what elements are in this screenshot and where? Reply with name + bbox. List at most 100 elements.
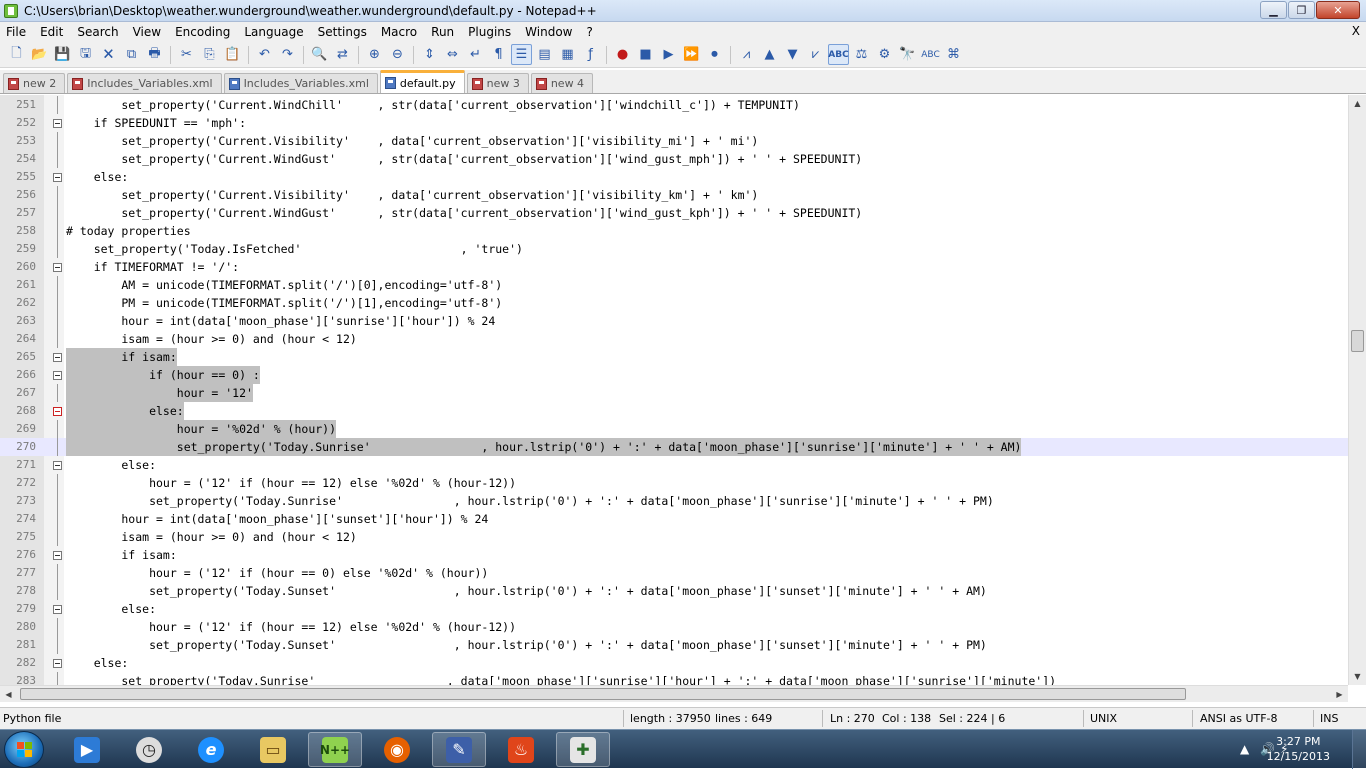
minimize-button[interactable]: ▁ (1260, 1, 1287, 19)
code-line[interactable]: 269 hour = '%02d' % (hour)) (0, 420, 1348, 438)
menu-help[interactable]: ? (580, 25, 600, 39)
start-button[interactable] (4, 731, 44, 768)
code-line[interactable]: 257 set_property('Current.WindGust' , st… (0, 204, 1348, 222)
tab-new-3[interactable]: new 3 (466, 73, 529, 93)
code-line[interactable]: 275 isam = (hour >= 0) and (hour < 12) (0, 528, 1348, 546)
menu-macro[interactable]: Macro (375, 25, 425, 39)
code-line[interactable]: 258 # today properties (0, 222, 1348, 240)
code-line[interactable]: 256 set_property('Current.Visibility' , … (0, 186, 1348, 204)
spell-check-auto-icon[interactable]: ABC (920, 44, 941, 65)
show-hidden-icons-icon[interactable]: ▲ (1240, 742, 1249, 756)
play-macro-icon[interactable]: ▶ (658, 44, 679, 65)
fold-toggle-icon[interactable] (53, 659, 62, 668)
fold-toggle-icon[interactable] (53, 119, 62, 128)
save-icon[interactable]: 💾 (52, 44, 73, 65)
compare-icon[interactable]: ⚖ (851, 44, 872, 65)
user-language-icon[interactable]: ▤ (534, 44, 555, 65)
arrow-down-icon[interactable]: ▼ (782, 44, 803, 65)
close-file-icon[interactable]: 🗙 (98, 44, 119, 65)
code-line[interactable]: 273 set_property('Today.Sunrise' , hour.… (0, 492, 1348, 510)
notepadpp-app-icon[interactable] (4, 3, 18, 18)
code-line[interactable]: 260 if TIMEFORMAT != '/': (0, 258, 1348, 276)
doc-map-icon[interactable]: ▦ (557, 44, 578, 65)
save-all-icon[interactable]: 🖫 (75, 44, 96, 65)
taskbar-clock[interactable]: 3:27 PM 12/15/2013 (1267, 734, 1330, 764)
fold-all-icon[interactable]: ⩘ (736, 44, 757, 65)
binoculars-icon[interactable]: 🔭 (897, 44, 918, 65)
new-file-icon[interactable]: 🗋 (6, 44, 27, 65)
code-line[interactable]: 282 else: (0, 654, 1348, 672)
code-line[interactable]: 255 else: (0, 168, 1348, 186)
menu-file[interactable]: File (0, 25, 34, 39)
code-line[interactable]: 281 set_property('Today.Sunset' , hour.l… (0, 636, 1348, 654)
show-desktop-button[interactable] (1352, 730, 1366, 769)
fold-toggle-icon[interactable] (53, 551, 62, 560)
close-button[interactable]: ✕ (1316, 1, 1360, 19)
zoom-out-icon[interactable]: ⊖ (387, 44, 408, 65)
find-icon[interactable]: 🔍 (309, 44, 330, 65)
taskbar-media-player[interactable]: ▶ (60, 732, 114, 767)
tab-includes-variables-2[interactable]: Includes_Variables.xml (223, 73, 378, 93)
code-line[interactable]: 276 if isam: (0, 546, 1348, 564)
word-wrap-icon[interactable]: ↵ (465, 44, 486, 65)
maximize-button[interactable]: ❐ (1288, 1, 1315, 19)
function-list-icon[interactable]: ƒ (580, 44, 601, 65)
taskbar-explorer[interactable]: ▭ (246, 732, 300, 767)
zoom-in-icon[interactable]: ⊕ (364, 44, 385, 65)
code-line[interactable]: 274 hour = int(data['moon_phase']['sunse… (0, 510, 1348, 528)
code-line[interactable]: 280 hour = ('12' if (hour == 12) else '%… (0, 618, 1348, 636)
print-icon[interactable]: 🖶 (144, 44, 165, 65)
code-line[interactable]: 263 hour = int(data['moon_phase']['sunri… (0, 312, 1348, 330)
vertical-scroll-thumb[interactable] (1351, 330, 1364, 352)
spell-check-icon[interactable]: ABC (828, 44, 849, 65)
cut-icon[interactable]: ✂ (176, 44, 197, 65)
horizontal-scroll-thumb[interactable] (20, 688, 1186, 700)
taskbar-firefox[interactable]: ◉ (370, 732, 424, 767)
menu-language[interactable]: Language (238, 25, 311, 39)
tab-includes-variables-1[interactable]: Includes_Variables.xml (67, 73, 222, 93)
taskbar-notepadpp[interactable]: N++ (308, 732, 362, 767)
menu-window[interactable]: Window (519, 25, 580, 39)
code-line[interactable]: 254 set_property('Current.WindGust' , st… (0, 150, 1348, 168)
code-line[interactable]: 251 set_property('Current.WindChill' , s… (0, 96, 1348, 114)
menu-plugins[interactable]: Plugins (462, 25, 519, 39)
macro-manager-icon[interactable]: ⌘ (943, 44, 964, 65)
close-document-button[interactable]: X (1352, 24, 1360, 38)
code-line[interactable]: 271 else: (0, 456, 1348, 474)
code-line[interactable]: 268 else: (0, 402, 1348, 420)
code-line[interactable]: 277 hour = ('12' if (hour == 0) else '%0… (0, 564, 1348, 582)
menu-encoding[interactable]: Encoding (169, 25, 238, 39)
stop-macro-icon[interactable]: ■ (635, 44, 656, 65)
replace-icon[interactable]: ⇄ (332, 44, 353, 65)
code-line[interactable]: 267 hour = '12' (0, 384, 1348, 402)
code-line[interactable]: 262 PM = unicode(TIMEFORMAT.split('/')[1… (0, 294, 1348, 312)
run-macro-multiple-icon[interactable]: ⏩ (681, 44, 702, 65)
menu-search[interactable]: Search (71, 25, 126, 39)
fold-toggle-icon[interactable] (53, 371, 62, 380)
open-file-icon[interactable]: 📂 (29, 44, 50, 65)
fold-toggle-icon[interactable] (53, 605, 62, 614)
fold-toggle-icon[interactable] (53, 353, 62, 362)
code-line[interactable]: 261 AM = unicode(TIMEFORMAT.split('/')[0… (0, 276, 1348, 294)
record-macro-icon[interactable]: ● (612, 44, 633, 65)
code-line[interactable]: 279 else: (0, 600, 1348, 618)
taskbar-internet-explorer[interactable]: e (184, 732, 238, 767)
scroll-down-icon[interactable]: ▼ (1349, 668, 1366, 685)
save-macro-icon[interactable]: ⏺ (704, 44, 725, 65)
vertical-scrollbar[interactable]: ▲ ▼ (1348, 95, 1366, 685)
paste-icon[interactable]: 📋 (222, 44, 243, 65)
code-line[interactable]: 264 isam = (hour >= 0) and (hour < 12) (0, 330, 1348, 348)
menu-edit[interactable]: Edit (34, 25, 71, 39)
fold-toggle-icon[interactable] (53, 263, 62, 272)
arrow-up-icon[interactable]: ▲ (759, 44, 780, 65)
code-line[interactable]: 272 hour = ('12' if (hour == 12) else '%… (0, 474, 1348, 492)
plugin-manager-icon[interactable]: ⚙ (874, 44, 895, 65)
unfold-all-icon[interactable]: ⩗ (805, 44, 826, 65)
menu-view[interactable]: View (127, 25, 169, 39)
tab-default-py[interactable]: default.py (379, 70, 465, 93)
code-line[interactable]: 253 set_property('Current.Visibility' , … (0, 132, 1348, 150)
code-line[interactable]: 270 set_property('Today.Sunrise' , hour.… (0, 438, 1348, 456)
code-line[interactable]: 259 set_property('Today.IsFetched' , 'tr… (0, 240, 1348, 258)
scroll-up-icon[interactable]: ▲ (1349, 95, 1366, 112)
tab-new-4[interactable]: new 4 (530, 73, 594, 93)
